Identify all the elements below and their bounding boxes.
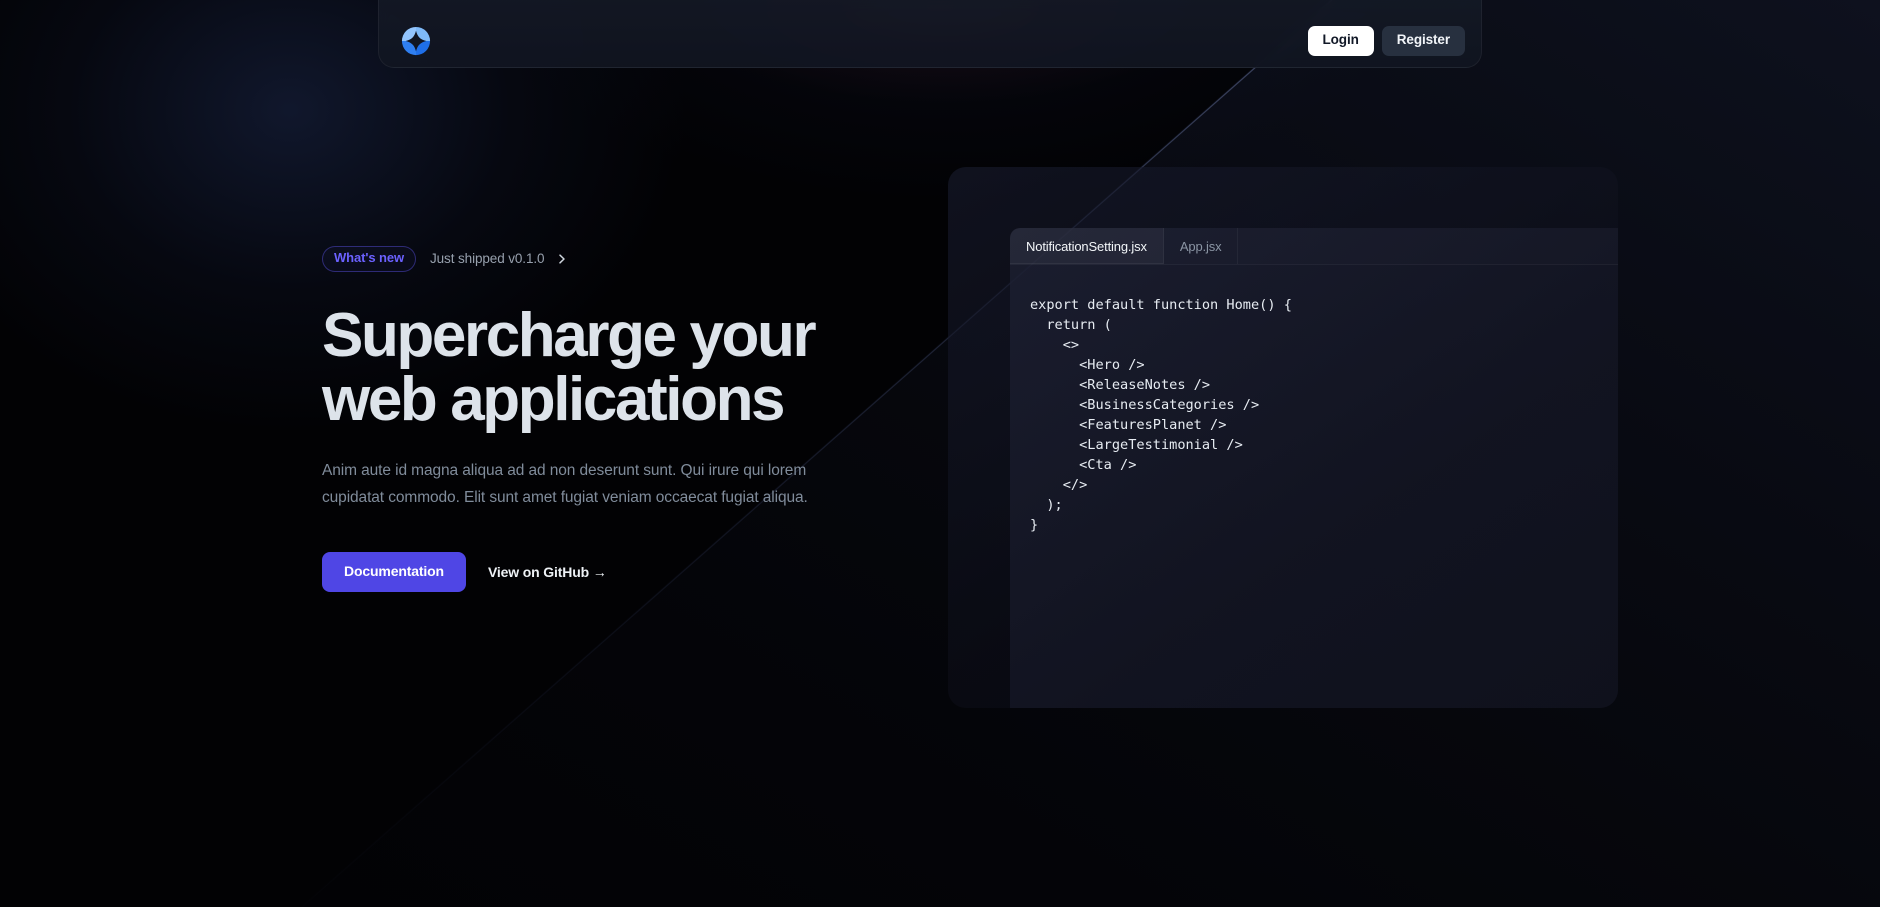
release-note-label[interactable]: Just shipped v0.1.0 [422, 251, 545, 266]
view-on-github-link[interactable]: View on GitHub → [488, 564, 607, 580]
code-editor: NotificationSetting.jsx App.jsx export d… [1010, 228, 1618, 708]
hero-subtitle: Anim aute id magna aliqua ad ad non dese… [322, 462, 808, 506]
whats-new-banner[interactable]: What's new Just shipped v0.1.0 [322, 246, 568, 272]
code-content: export default function Home() { return … [1030, 297, 1292, 533]
tab-notification-setting[interactable]: NotificationSetting.jsx [1010, 228, 1164, 264]
register-button[interactable]: Register [1381, 26, 1465, 56]
documentation-button[interactable]: Documentation [322, 551, 466, 592]
four-petal-circle-logo-icon[interactable] [401, 26, 431, 56]
landing-page: Login Register What's new Just shipped v… [0, 0, 1880, 907]
code-editor-tabs: NotificationSetting.jsx App.jsx [1010, 228, 1618, 265]
page-title: Supercharge your web applications [322, 300, 817, 435]
tab-app[interactable]: App.jsx [1164, 228, 1239, 264]
login-button[interactable]: Login [1307, 26, 1374, 56]
hero-cta-row: Documentation View on GitHub → [322, 551, 882, 592]
whats-new-badge[interactable]: What's new [322, 246, 416, 272]
chevron-right-icon[interactable] [556, 253, 568, 265]
navbar-actions: Login Register [1307, 26, 1465, 56]
navbar: Login Register [378, 0, 1482, 68]
code-showcase-panel: NotificationSetting.jsx App.jsx export d… [948, 167, 1618, 708]
hero-section: What's new Just shipped v0.1.0 Superchar… [322, 246, 882, 592]
